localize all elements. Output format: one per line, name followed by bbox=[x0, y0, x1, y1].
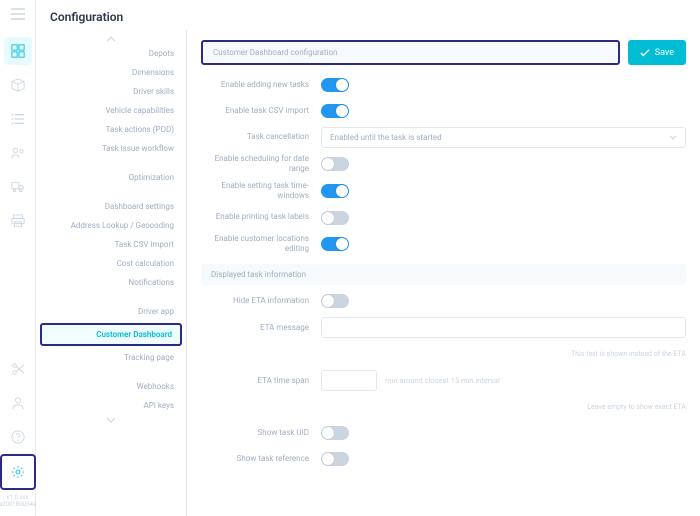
nav-item-optimization[interactable]: Optimization bbox=[36, 168, 186, 187]
rail-settings[interactable] bbox=[4, 458, 32, 486]
input-eta-span[interactable] bbox=[321, 370, 377, 391]
label-sched: Enable scheduling for date range bbox=[201, 154, 321, 175]
suffix-eta-span: min around closest 15 min interval bbox=[385, 376, 500, 385]
nav-item-task-csv-import[interactable]: Task CSV import bbox=[36, 235, 186, 254]
rail-scissors[interactable] bbox=[4, 355, 32, 383]
nav-item-driver-app[interactable]: Driver app bbox=[36, 302, 186, 321]
nav-item-vehicle-capabilities[interactable]: Vehicle capabilities bbox=[36, 101, 186, 120]
version-label: v1.0.xxx a2001R0054a bbox=[0, 494, 36, 508]
nav-item-webhooks[interactable]: Webhooks bbox=[36, 377, 186, 396]
input-eta-msg[interactable] bbox=[321, 317, 686, 338]
nav-item-task-actions-pod-[interactable]: Task actions (POD) bbox=[36, 120, 186, 139]
label-print: Enable printing task labels bbox=[201, 212, 321, 222]
label-eta-msg: ETA message bbox=[201, 323, 321, 333]
chevron-up-icon[interactable] bbox=[36, 34, 186, 44]
helper-eta-span: Leave empty to show exact ETA bbox=[321, 403, 686, 411]
rail-account[interactable] bbox=[4, 389, 32, 417]
nav-item-tracking-page[interactable]: Tracking page bbox=[36, 348, 186, 367]
label-ref: Show task reference bbox=[201, 454, 321, 464]
toggle-tw[interactable] bbox=[321, 184, 349, 198]
label-cancellation: Task cancellation bbox=[201, 132, 321, 142]
toggle-uid[interactable] bbox=[321, 426, 349, 440]
toggle-sched[interactable] bbox=[321, 157, 349, 171]
toggle-hide-eta[interactable] bbox=[321, 294, 349, 308]
rail-help[interactable] bbox=[4, 423, 32, 451]
check-icon bbox=[640, 48, 650, 58]
chevron-down-icon[interactable] bbox=[36, 415, 186, 425]
nav-item-task-issue-workflow[interactable]: Task issue workflow bbox=[36, 139, 186, 158]
nav-item-driver-skills[interactable]: Driver skills bbox=[36, 82, 186, 101]
menu-icon[interactable] bbox=[11, 8, 25, 20]
icon-rail: v1.0.xxx a2001R0054a bbox=[0, 0, 36, 516]
save-button[interactable]: Save bbox=[628, 40, 686, 65]
rail-list[interactable] bbox=[4, 105, 32, 133]
nav-item-depots[interactable]: Depots bbox=[36, 44, 186, 63]
label-tw: Enable setting task time-windows bbox=[201, 181, 321, 202]
helper-eta-msg: This text is shown instead of the ETA bbox=[321, 350, 686, 358]
nav-item-customer-dashboard[interactable]: Customer Dashboard bbox=[40, 323, 182, 346]
select-value: Enabled until the task is started bbox=[330, 133, 442, 142]
toggle-enable-add[interactable] bbox=[321, 78, 349, 92]
rail-truck[interactable] bbox=[4, 173, 32, 201]
label-hide-eta: Hide ETA information bbox=[201, 296, 321, 306]
rail-users[interactable] bbox=[4, 139, 32, 167]
rail-box[interactable] bbox=[4, 71, 32, 99]
select-cancellation[interactable]: Enabled until the task is started bbox=[321, 127, 686, 148]
nav-item-dimensions[interactable]: Dimensions bbox=[36, 63, 186, 82]
rail-printer[interactable] bbox=[4, 207, 32, 235]
label-enable-csv: Enable task CSV import bbox=[201, 106, 321, 116]
label-uid: Show task UID bbox=[201, 428, 321, 438]
nav-item-api-keys[interactable]: API keys bbox=[36, 396, 186, 415]
panel-header: Customer Dashboard configuration bbox=[201, 40, 620, 65]
save-label: Save bbox=[655, 48, 674, 58]
settings-panel: Customer Dashboard configuration Save En… bbox=[187, 30, 700, 516]
settings-nav: DepotsDimensionsDriver skillsVehicle cap… bbox=[36, 30, 187, 516]
nav-item-dashboard-settings[interactable]: Dashboard settings bbox=[36, 197, 186, 216]
rail-dashboard[interactable] bbox=[4, 37, 32, 65]
nav-item-notifications[interactable]: Notifications bbox=[36, 273, 186, 292]
page-title: Configuration bbox=[36, 0, 700, 30]
nav-item-address-lookup-geocoding[interactable]: Address Lookup / Geocoding bbox=[36, 216, 186, 235]
chevron-down-icon bbox=[669, 135, 677, 140]
section-displayed-info: Displayed task information bbox=[201, 264, 686, 285]
label-eta-span: ETA time span bbox=[201, 376, 321, 386]
label-loc: Enable customer locations editing bbox=[201, 234, 321, 255]
nav-item-cost-calculation[interactable]: Cost calculation bbox=[36, 254, 186, 273]
toggle-ref[interactable] bbox=[321, 452, 349, 466]
toggle-print[interactable] bbox=[321, 211, 349, 225]
toggle-enable-csv[interactable] bbox=[321, 104, 349, 118]
label-enable-add: Enable adding new tasks bbox=[201, 80, 321, 90]
toggle-loc[interactable] bbox=[321, 237, 349, 251]
